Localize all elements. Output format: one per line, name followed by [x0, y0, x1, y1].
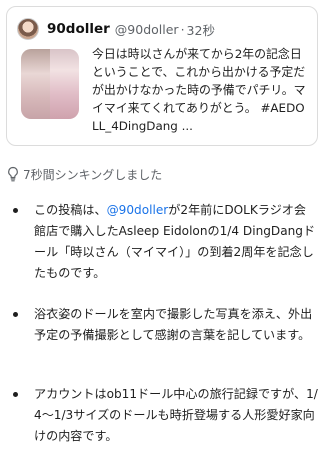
user-handle[interactable]: @90doller [115, 22, 179, 37]
tweet-text: 今日は時以さんが来てから2年の記念日ということで、これから出かける予定だが出かけ… [92, 47, 306, 133]
list-item-text: 浴衣姿のドールを室内で撮影した写真を添え、外出予定の予備撮影として感謝の言葉を記… [34, 307, 313, 342]
photo-left [21, 49, 50, 119]
user-mention-link[interactable]: @90doller [107, 203, 169, 217]
list-item-text: この投稿は、@90dollerが2年前にDOLKラジオ会館店で購入したAslee… [34, 200, 318, 284]
photo-right [50, 49, 79, 119]
text-segment: この投稿は、 [34, 203, 107, 217]
tweet-image-thumbnail[interactable] [21, 49, 79, 119]
thinking-label: 7秒間シンキングしました [23, 167, 163, 182]
separator-dot: · [180, 21, 185, 37]
bullet-dot [13, 312, 18, 317]
bullet-dot [13, 208, 18, 213]
lightbulb-icon [8, 166, 18, 182]
avatar[interactable] [17, 18, 39, 40]
tweet-header: 90doller @90doller · 32秒 [17, 17, 215, 41]
tweet-card[interactable]: 90doller @90doller · 32秒 今日は時以さんが来てから2年の… [6, 6, 318, 146]
bullet-dot [13, 392, 18, 397]
thinking-indicator[interactable]: 7秒間シンキングしました [6, 164, 162, 184]
timestamp[interactable]: 32秒 [187, 20, 215, 39]
list-item-text: アカウントはob11ドール中心の旅行記録ですが、1/4〜1/3サイズのドールも時… [34, 387, 318, 443]
display-name[interactable]: 90doller [47, 21, 110, 37]
